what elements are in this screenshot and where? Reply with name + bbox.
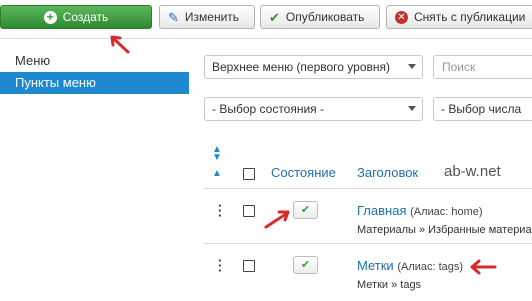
title-link[interactable]: Главная (357, 203, 406, 218)
edit-button-label: Изменить (184, 10, 240, 24)
published-status-button[interactable]: ✔ (293, 256, 318, 274)
column-header-title[interactable]: Заголовок (357, 165, 418, 180)
chevron-down-icon (408, 64, 416, 69)
sidebar-item-menus[interactable]: Меню (0, 50, 189, 72)
published-status-button[interactable]: ✔ (293, 201, 318, 219)
column-header-state[interactable]: Состояние (271, 165, 336, 180)
state-select[interactable]: - Выбор состояния - (204, 97, 423, 121)
alias-text: (Алиас: home) (410, 206, 483, 218)
row-divider (204, 243, 532, 244)
edit-icon: ✎ (168, 9, 179, 25)
toolbar: + Создать ✎ Изменить ✔ Опубликовать ✕ Сн… (0, 0, 532, 36)
sidebar-item-label: Меню (15, 53, 51, 68)
checkmark-icon: ✔ (300, 259, 311, 271)
edit-button[interactable]: ✎ Изменить (159, 5, 255, 29)
sidebar: Меню Пункты меню (0, 50, 189, 94)
drag-handle-icon[interactable]: · · · (218, 199, 222, 222)
watermark: ab-w.net (444, 163, 501, 180)
chevron-down-icon (408, 106, 416, 111)
create-button[interactable]: + Создать (0, 5, 152, 29)
menu-select-value: Верхнее меню (первого уровня) (212, 60, 390, 74)
checkmark-icon: ✔ (300, 204, 311, 216)
annotation-arrow (470, 259, 497, 275)
alias-text: (Алиас: tags) (397, 261, 464, 273)
toolbar-divider (0, 38, 532, 39)
row-divider (204, 188, 532, 189)
count-select[interactable]: - Выбор числа (433, 97, 532, 121)
row-checkbox[interactable] (243, 205, 255, 217)
table-header: ▲ ▼ ▲ Состояние Заголовок ab-w.net (204, 140, 532, 188)
remove-circle-icon: ✕ (395, 10, 408, 24)
annotation-arrow (264, 210, 290, 229)
table-row: · · · ✔ Метки (Алиас: tags) Метки » tags (204, 249, 532, 301)
create-button-label: Создать (62, 10, 109, 24)
unpublish-button-label: Снять с публикации (414, 10, 526, 24)
row-title: Главная (Алиас: home) (357, 203, 483, 218)
select-all-checkbox[interactable] (243, 168, 255, 180)
sidebar-item-menu-items[interactable]: Пункты меню (0, 72, 189, 94)
publish-button[interactable]: ✔ Опубликовать (260, 5, 380, 29)
checkmark-icon: ✔ (269, 9, 280, 25)
drag-handle-icon[interactable]: · · · (218, 254, 222, 277)
menu-select[interactable]: Верхнее меню (первого уровня) (204, 55, 423, 79)
publish-button-label: Опубликовать (285, 10, 365, 24)
unpublish-button[interactable]: ✕ Снять с публикации (386, 5, 532, 29)
sidebar-item-label: Пункты меню (15, 75, 96, 90)
row-subline: Метки » tags (357, 279, 422, 291)
row-subline: Материалы » Избранные материа (357, 224, 532, 236)
table-row: · · · ✔ Главная (Алиас: home) Материалы » … (204, 194, 532, 246)
count-select-value: - Выбор числа (441, 102, 522, 116)
row-title: Метки (Алиас: tags) (357, 258, 463, 273)
search-placeholder: Поиск (442, 60, 476, 74)
title-link[interactable]: Метки (357, 258, 394, 273)
row-checkbox[interactable] (243, 260, 255, 272)
search-input[interactable]: Поиск (433, 55, 532, 79)
state-select-value: - Выбор состояния - (212, 102, 325, 116)
sort-icon[interactable]: ▲ ▼ ▲ (212, 145, 222, 179)
plus-circle-icon: + (43, 10, 57, 24)
